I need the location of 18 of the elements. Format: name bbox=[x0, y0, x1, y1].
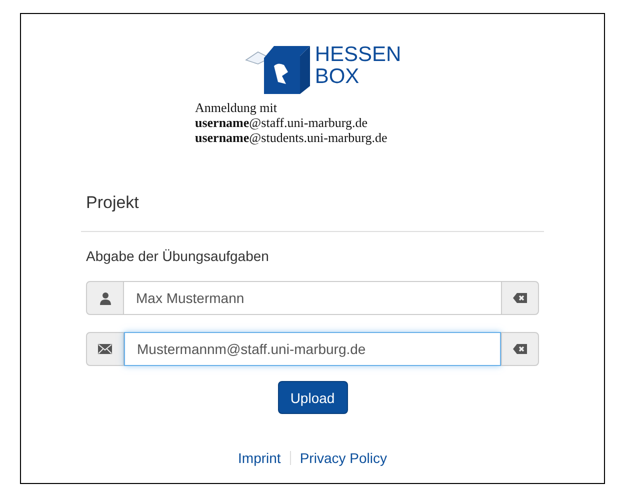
text-field[interactable]: Max Mustermann bbox=[124, 281, 501, 315]
clear-icon bbox=[513, 293, 527, 303]
login-hint: username@students.uni-marburg.de bbox=[195, 130, 388, 145]
text-field[interactable]: Mustermannm@staff.uni-marburg.de bbox=[124, 332, 501, 366]
logo-text: HESSEN bbox=[314, 44, 402, 66]
clear-button[interactable] bbox=[501, 281, 539, 315]
mail-icon bbox=[98, 344, 112, 354]
clear-button[interactable] bbox=[501, 332, 539, 366]
panel-title: Projekt bbox=[86, 193, 140, 213]
logo-text: BOX bbox=[314, 66, 360, 88]
login-hint: Anmeldung mit bbox=[195, 100, 278, 115]
clear-icon bbox=[513, 344, 527, 354]
login-hint: username@staff.uni-marburg.de bbox=[195, 115, 369, 130]
panel-subtitle: Abgabe der Übungsaufgaben bbox=[86, 248, 270, 264]
upload-button[interactable]: Upload bbox=[278, 381, 348, 414]
footer-link[interactable]: Imprint bbox=[238, 450, 281, 466]
footer-link[interactable]: Privacy Policy bbox=[300, 450, 387, 466]
user-icon bbox=[98, 292, 112, 304]
